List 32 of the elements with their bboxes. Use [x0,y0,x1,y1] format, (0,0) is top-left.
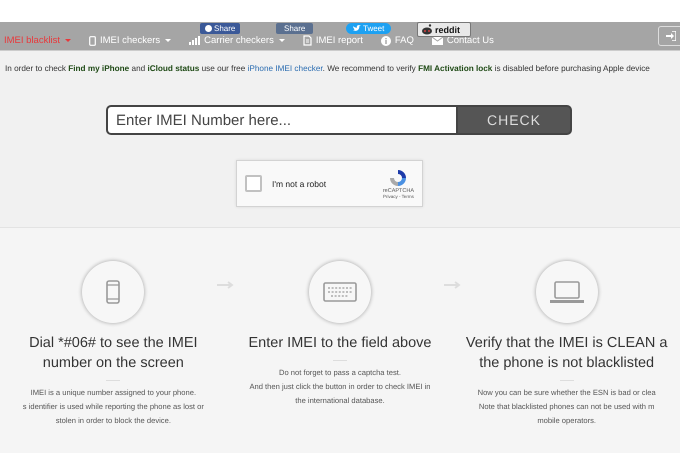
nav-item[interactable]: IMEI blacklist [4,35,71,46]
imei-checker-link[interactable]: iPhone IMEI checker [248,64,323,73]
step-title: Dial *#06# to see the IMEI number on the screen [28,334,199,373]
intro-text: In order to check Find my iPhone and iCloud status use our free iPhone IMEI checker. We recommend to verify FMI Activation lock is disabled before purchasing Apple device [5,64,651,73]
arrow-icon [216,281,235,289]
signal-icon [189,36,200,45]
reddit-button[interactable]: reddit [417,22,472,37]
laptop-icon [550,281,584,303]
imei-input-field[interactable]: Enter IMEI Number here... [106,105,456,135]
nav-item[interactable]: IMEI report [302,35,363,46]
document-icon [302,35,312,46]
facebook-share-button[interactable]: Share [200,23,240,34]
step-title: Verify that the IMEI is CLEAN a the phone is not blacklisted [464,334,668,373]
info-icon [380,36,391,46]
recaptcha-icon [388,168,408,188]
keyboard-icon [322,282,357,302]
arrow-icon [444,281,462,289]
vk-share-button[interactable]: Share [276,23,314,34]
captcha-label: I'm not a robot [272,178,328,188]
nav-item[interactable]: Carrier checkers [189,35,285,46]
nav-item[interactable]: IMEI checkers [88,35,172,46]
phone-icon [106,280,120,304]
bird-icon [353,25,361,32]
phone-icon [88,36,96,46]
captcha-checkbox[interactable] [245,175,262,192]
alien-icon [421,24,433,35]
tweet-button[interactable]: Tweet [346,23,392,34]
nav-item[interactable]: FAQ [380,35,414,46]
step-title: Enter IMEI to the field above [248,334,432,353]
login-button[interactable] [658,26,680,46]
sign-in-icon [666,31,676,41]
check-button[interactable]: CHECK [456,105,572,135]
